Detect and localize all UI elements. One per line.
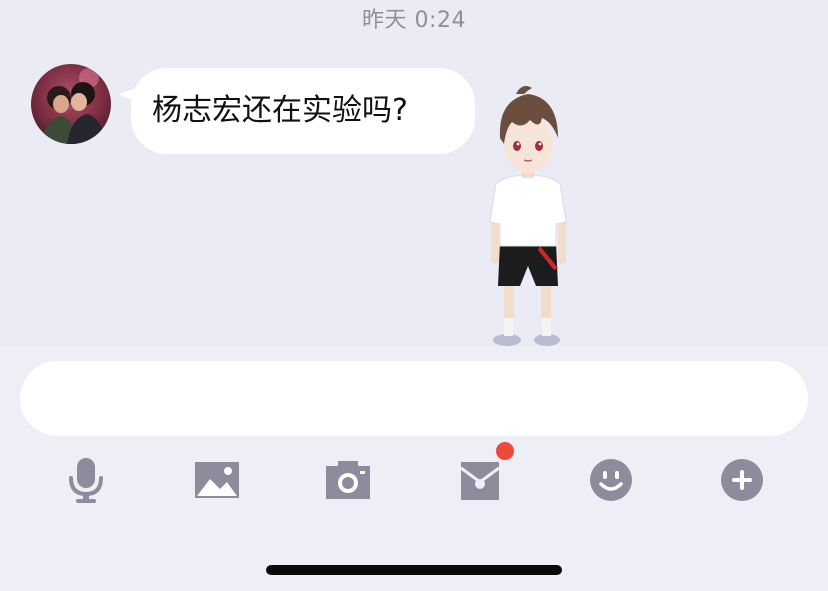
more-button[interactable] — [712, 450, 772, 510]
emoji-icon — [590, 459, 632, 501]
image-button[interactable] — [187, 450, 247, 510]
input-panel — [0, 346, 828, 591]
voice-button[interactable] — [56, 450, 116, 510]
emoji-button[interactable] — [581, 450, 641, 510]
message-bubble[interactable]: 杨志宏还在实验吗? — [131, 68, 475, 154]
microphone-icon — [69, 458, 103, 503]
image-icon — [195, 462, 239, 498]
message-timestamp: 昨天 0:24 — [362, 8, 466, 33]
camera-button[interactable] — [318, 450, 378, 510]
contact-avatar[interactable] — [31, 64, 111, 144]
home-indicator[interactable] — [266, 565, 562, 575]
message-input[interactable] — [20, 361, 808, 436]
message-text: 杨志宏还在实验吗? — [152, 93, 408, 128]
camera-icon — [326, 461, 370, 499]
notification-dot — [496, 442, 514, 460]
avatar-character — [489, 86, 567, 346]
chat-area: 昨天 0:24 杨志宏还在实验吗? — [0, 0, 828, 346]
red-packet-button[interactable] — [450, 442, 514, 510]
red-packet-icon — [460, 462, 500, 500]
plus-icon — [721, 459, 763, 501]
